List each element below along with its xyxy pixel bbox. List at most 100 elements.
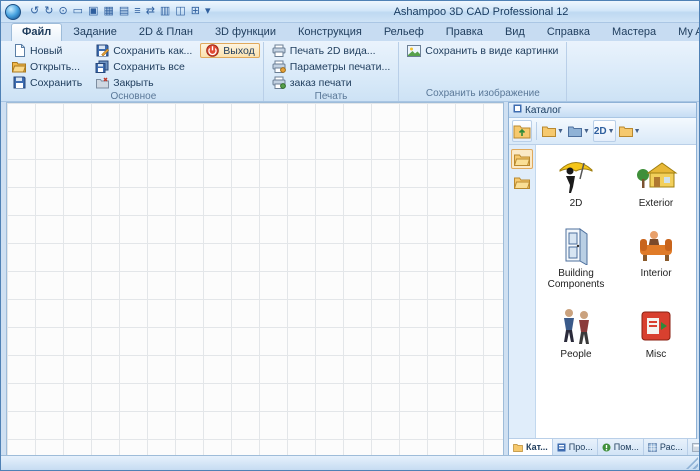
help-tab-icon (602, 443, 611, 452)
catalog-bottom-tabs: Кат... Про... Пом... Рас... Рас... (509, 438, 696, 455)
printer-settings-icon (272, 60, 286, 74)
catalog-home-button[interactable]: ▼ (541, 120, 565, 142)
catalog-panel: Каталог ▼ ▼ 2D ▼ ▼ (508, 102, 697, 456)
drawing-canvas[interactable] (6, 102, 504, 456)
toolbar-separator (536, 122, 537, 140)
save-all-button[interactable]: Сохранить все (90, 59, 197, 74)
catalog-panel-title: Каталог (525, 105, 561, 116)
catalog-header-icon (513, 104, 522, 116)
catalog-item-people[interactable]: People (539, 306, 613, 360)
save-as-button[interactable]: Сохранить как... (90, 43, 197, 58)
catalog-people-icon (554, 306, 598, 346)
chevron-down-icon: ▼ (557, 128, 564, 135)
filter-2d-label: 2D (594, 126, 607, 137)
catalog-toolbar: ▼ ▼ 2D ▼ ▼ (509, 118, 696, 145)
catalog-item-label: 2D (539, 198, 613, 209)
save-button[interactable]: Сохранить (7, 75, 87, 90)
bottom-tab-project[interactable]: Про... (553, 439, 598, 455)
new-button[interactable]: Новый (7, 43, 87, 58)
qat-more-icon[interactable]: ▾ (205, 6, 211, 17)
swap-views-icon[interactable]: ⇄ (146, 6, 155, 17)
catalog-item-label: Interior (619, 268, 693, 279)
save-as-picture-label: Сохранить в виде картинки (425, 45, 558, 57)
list-icon[interactable]: ≡ (134, 6, 140, 17)
objects-folder-button[interactable]: ▼ (567, 120, 591, 142)
bottom-tab-help[interactable]: Пом... (598, 439, 644, 455)
bottom-tab-calc-1[interactable]: Рас... (644, 439, 688, 455)
catalog-items: 2D Exterior Building Components (536, 145, 696, 438)
print-2d-label: Печать 2D вида... (290, 45, 376, 57)
ribbon-group-save-image: Сохранить в виде картинки Сохранить изоб… (399, 42, 567, 101)
catalog-interior-icon (634, 225, 678, 265)
save-icon (12, 76, 26, 90)
open-button[interactable]: Открыть... (7, 59, 87, 74)
add-view-icon[interactable]: ⊞ (191, 6, 200, 17)
catalog-exterior-icon (634, 155, 678, 195)
print-order-icon (272, 76, 286, 90)
catalog-tab-icon (513, 443, 523, 452)
print-order-button[interactable]: заказ печати (267, 75, 396, 90)
tab-task[interactable]: Задание (62, 23, 128, 41)
picture-icon (407, 44, 421, 58)
layout-icon[interactable]: ◫ (175, 6, 185, 17)
close-label: Закрыть (113, 77, 153, 89)
catalog-item-interior[interactable]: Interior (619, 225, 693, 290)
tab-2d-plan[interactable]: 2D & План (128, 23, 204, 41)
group-label-save-image: Сохранить изображение (402, 87, 563, 101)
open-label: Открыть... (30, 61, 80, 73)
close-button[interactable]: Закрыть (90, 75, 197, 90)
undo-icon[interactable]: ↺ (30, 6, 39, 17)
tab-help[interactable]: Справка (536, 23, 601, 41)
zoom-icon[interactable]: ⊙ (58, 6, 67, 17)
exit-button[interactable]: Выход (200, 43, 259, 58)
folder-shortcut-1[interactable] (511, 149, 533, 169)
grid-icon[interactable]: ▦ (103, 6, 113, 17)
folder-shortcut-2[interactable] (511, 172, 533, 192)
catalog-2d-icon (554, 155, 598, 195)
columns-icon[interactable]: ▥ (160, 6, 170, 17)
print-settings-button[interactable]: Параметры печати... (267, 59, 396, 74)
catalog-building-components-icon (554, 225, 598, 265)
printer-icon (272, 44, 286, 58)
resize-grip[interactable] (686, 457, 698, 469)
catalog-item-2d[interactable]: 2D (539, 155, 613, 209)
view-2d-icon[interactable]: ▭ (73, 6, 83, 17)
catalog-body: 2D Exterior Building Components (509, 145, 696, 438)
exit-label: Выход (223, 45, 254, 57)
tab-edit[interactable]: Правка (435, 23, 494, 41)
catalog-item-exterior[interactable]: Exterior (619, 155, 693, 209)
catalog-item-building-components[interactable]: Building Components (539, 225, 613, 290)
view-3d-icon[interactable]: ▣ (88, 6, 98, 17)
panels-icon[interactable]: ▤ (119, 6, 129, 17)
save-as-picture-button[interactable]: Сохранить в виде картинки (402, 43, 563, 58)
print-2d-button[interactable]: Печать 2D вида... (267, 43, 396, 58)
tab-3d-functions[interactable]: 3D функции (204, 23, 287, 41)
redo-icon[interactable]: ↻ (44, 6, 53, 17)
open-folder-icon (12, 60, 26, 74)
tab-file[interactable]: Файл (11, 23, 62, 41)
new-document-icon (12, 44, 26, 58)
tab-construction[interactable]: Конструкция (287, 23, 373, 41)
bottom-tab-catalog[interactable]: Кат... (509, 439, 553, 455)
folder-up-button[interactable] (512, 120, 532, 142)
materials-folder-button[interactable]: ▼ (618, 120, 642, 142)
save-as-icon (95, 44, 109, 58)
ribbon: Новый Открыть... Сохранить (1, 41, 699, 102)
tab-terrain[interactable]: Рельеф (373, 23, 435, 41)
app-window: ↺ ↻ ⊙ ▭ ▣ ▦ ▤ ≡ ⇄ ▥ ◫ ⊞ ▾ Ashampoo 3D CA… (0, 0, 700, 471)
tab-my-ashampoo[interactable]: My Ashampoo (667, 23, 700, 41)
tab-view[interactable]: Вид (494, 23, 536, 41)
catalog-item-misc[interactable]: Misc (619, 306, 693, 360)
catalog-panel-header: Каталог (509, 103, 696, 118)
filter-2d-button[interactable]: 2D ▼ (593, 120, 616, 142)
catalog-misc-icon (634, 306, 678, 346)
save-label: Сохранить (30, 77, 82, 89)
close-document-icon (95, 76, 109, 90)
catalog-item-label: People (539, 349, 613, 360)
chevron-down-icon: ▼ (608, 128, 615, 135)
app-icon[interactable] (5, 4, 21, 20)
calculator-tab-icon (692, 443, 700, 452)
bottom-tab-calc-2[interactable]: Рас... (688, 439, 700, 455)
tab-wizards[interactable]: Мастера (601, 23, 667, 41)
print-order-label: заказ печати (290, 77, 352, 89)
